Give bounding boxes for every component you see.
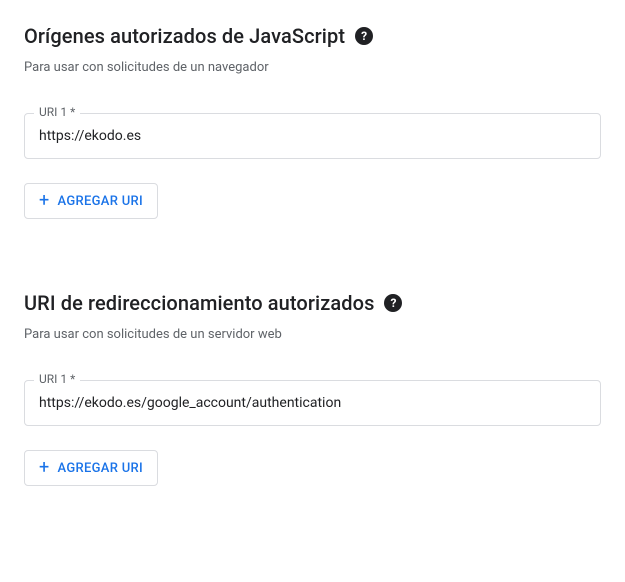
js-origins-header: Orígenes autorizados de JavaScript ?: [24, 24, 601, 48]
plus-icon: +: [39, 192, 50, 210]
redirect-uris-description: Para usar con solicitudes de un servidor…: [24, 327, 601, 342]
plus-icon: +: [39, 459, 50, 477]
add-js-origin-label: AGREGAR URI: [58, 194, 143, 209]
help-icon[interactable]: ?: [355, 27, 373, 45]
redirect-uris-section: URI de redireccionamiento autorizados ? …: [24, 291, 601, 486]
js-origins-input-label: URI 1 *: [34, 105, 80, 119]
add-redirect-uri-label: AGREGAR URI: [58, 461, 143, 476]
add-js-origin-button[interactable]: + AGREGAR URI: [24, 183, 158, 219]
redirect-uri-input[interactable]: [24, 380, 601, 426]
redirect-uris-input-wrapper: URI 1 *: [24, 380, 601, 426]
help-icon[interactable]: ?: [384, 294, 402, 312]
js-origins-title: Orígenes autorizados de JavaScript: [24, 24, 345, 48]
js-origins-uri-input[interactable]: [24, 113, 601, 159]
js-origins-input-wrapper: URI 1 *: [24, 113, 601, 159]
js-origins-section: Orígenes autorizados de JavaScript ? Par…: [24, 24, 601, 219]
js-origins-description: Para usar con solicitudes de un navegado…: [24, 60, 601, 75]
add-redirect-uri-button[interactable]: + AGREGAR URI: [24, 450, 158, 486]
redirect-uris-header: URI de redireccionamiento autorizados ?: [24, 291, 601, 315]
redirect-uris-input-label: URI 1 *: [34, 372, 80, 386]
redirect-uris-title: URI de redireccionamiento autorizados: [24, 291, 374, 315]
